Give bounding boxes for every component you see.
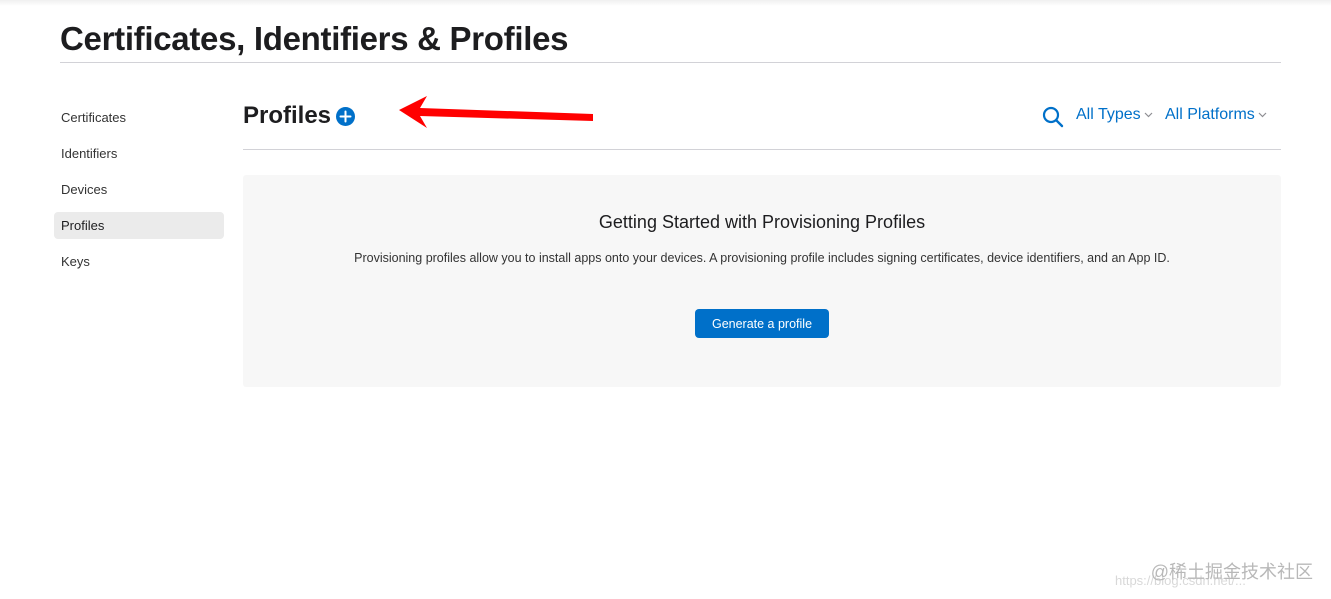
filter-all-platforms[interactable]: All Platforms [1165, 106, 1267, 124]
top-shadow [0, 0, 1331, 6]
red-arrow-icon [399, 96, 593, 128]
page-title: Certificates, Identifiers & Profiles [60, 20, 569, 57]
sidebar-item-certificates[interactable]: Certificates [54, 104, 224, 131]
sidebar-item-keys[interactable]: Keys [54, 248, 224, 275]
empty-state-panel: Getting Started with Provisioning Profil… [243, 175, 1281, 387]
empty-state-heading: Getting Started with Provisioning Profil… [598, 212, 926, 232]
sidebar-item-identifiers[interactable]: Identifiers [54, 140, 224, 167]
title-divider [60, 62, 1281, 63]
filter-platforms-label: All Platforms [1165, 106, 1255, 123]
sidebar-item-profiles[interactable]: Profiles [54, 212, 224, 239]
plus-circle-icon [339, 110, 352, 123]
filter-types-label: All Types [1076, 106, 1141, 123]
section-title: Profiles [243, 102, 332, 129]
add-profile-button[interactable] [336, 107, 355, 126]
watermark: @稀土掘金技术社区 [1150, 562, 1313, 582]
page: Certificates, Identifiers & Profiles Cer… [0, 0, 1331, 599]
chevron-down-icon [1144, 112, 1153, 118]
filter-all-types[interactable]: All Types [1076, 106, 1153, 124]
empty-state-description: Provisioning profiles allow you to insta… [354, 251, 1170, 265]
chevron-down-icon [1258, 112, 1267, 118]
generate-profile-button[interactable]: Generate a profile [695, 309, 829, 338]
sidebar-item-devices[interactable]: Devices [54, 176, 224, 203]
search-icon[interactable] [1042, 106, 1064, 128]
sidebar: Certificates Identifiers Devices Profile… [54, 104, 224, 284]
